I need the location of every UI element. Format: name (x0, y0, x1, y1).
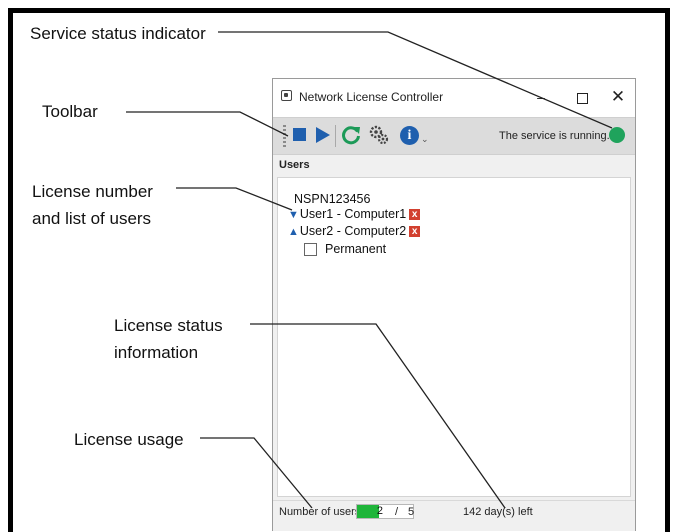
callout-license-users: License number and list of users (32, 182, 153, 228)
permanent-checkbox[interactable] (304, 243, 317, 257)
settings-button[interactable] (367, 123, 391, 147)
toolbar-overflow-button[interactable]: ⌄ (421, 134, 431, 144)
info-icon: i (400, 126, 419, 145)
permanent-option[interactable]: Permanent (304, 242, 387, 257)
remove-user-button[interactable]: x (409, 226, 421, 238)
service-status-text: The service is running. (499, 130, 610, 142)
settings-icon (369, 125, 389, 145)
status-bar: Number of users 2 / 5 142 day(s) left (273, 500, 635, 523)
start-service-button[interactable] (311, 123, 335, 147)
days-left-text: 142 day(s) left (463, 506, 533, 518)
user-label: User2 - Computer2 (299, 224, 407, 238)
close-button[interactable]: ✕ (604, 85, 632, 109)
expand-up-icon[interactable]: ▲ (288, 226, 299, 238)
minimize-button[interactable]: – (527, 85, 555, 109)
license-used-count: 2 (376, 505, 383, 517)
play-icon (316, 127, 330, 143)
overflow-icon: ⌄ (421, 134, 429, 144)
license-usage-bar: 2 (356, 504, 414, 519)
service-status-indicator (609, 127, 625, 143)
user-row[interactable]: ▼User1 - Computer1 x (288, 207, 421, 221)
expand-down-icon[interactable]: ▼ (288, 209, 299, 221)
refresh-button[interactable] (339, 123, 363, 147)
maximize-icon (576, 92, 588, 104)
toolbar: i ⌄ The service is running. (273, 117, 635, 155)
remove-user-button[interactable]: x (409, 209, 421, 221)
callout-service-status: Service status indicator (30, 24, 206, 43)
users-panel[interactable]: NSPN123456 ▼User1 - Computer1 x ▲User2 - … (277, 177, 631, 497)
user-row[interactable]: ▲User2 - Computer2 x (288, 224, 421, 238)
title-bar: Network License Controller – ✕ (273, 79, 635, 117)
users-heading: Users (279, 159, 310, 171)
callout-license-usage: License usage (74, 430, 184, 449)
user-label: User1 - Computer1 (299, 207, 407, 221)
app-window: Network License Controller – ✕ i ⌄ The s… (272, 78, 636, 531)
stop-service-button[interactable] (289, 123, 313, 147)
refresh-icon (342, 126, 360, 145)
toolbar-grip-icon[interactable] (283, 125, 286, 147)
about-button[interactable]: i (397, 123, 421, 147)
app-icon (281, 90, 292, 101)
callout-license-status: License status information (114, 316, 223, 362)
stop-icon (293, 128, 306, 141)
callout-toolbar: Toolbar (42, 102, 98, 121)
maximize-button[interactable] (568, 85, 596, 109)
license-number: NSPN123456 (294, 192, 371, 206)
users-count-label: Number of users (279, 506, 361, 518)
toolbar-separator (335, 125, 336, 147)
permanent-label: Permanent (325, 242, 387, 256)
usage-separator: / (395, 506, 399, 518)
license-max-count: 5 (408, 506, 415, 518)
window-title: Network License Controller (299, 90, 444, 104)
